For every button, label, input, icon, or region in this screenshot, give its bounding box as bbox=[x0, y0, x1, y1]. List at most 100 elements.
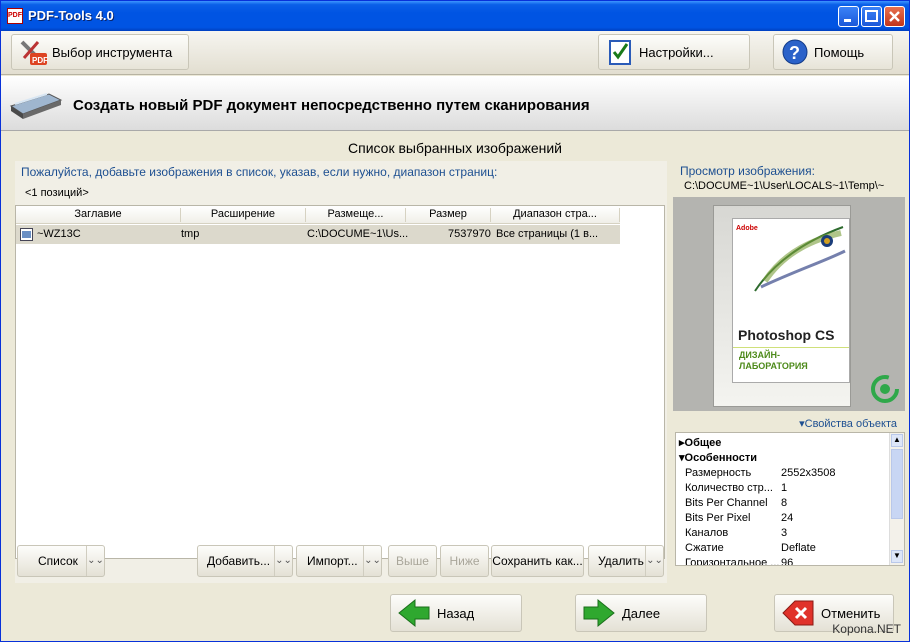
close-button[interactable] bbox=[884, 6, 905, 27]
close-icon bbox=[889, 11, 900, 22]
panel-header: Список выбранных изображений bbox=[1, 138, 909, 160]
scanner-icon bbox=[9, 93, 63, 119]
next-button[interactable]: Далее bbox=[575, 594, 707, 632]
scroll-thumb[interactable] bbox=[891, 449, 903, 519]
feather-illustration bbox=[754, 226, 846, 292]
list-button-label: Список bbox=[38, 554, 78, 568]
watermark: Kopona.NET bbox=[832, 622, 901, 636]
minimize-icon bbox=[844, 19, 851, 22]
window-title: PDF-Tools 4.0 bbox=[28, 8, 114, 23]
property-value: 8 bbox=[781, 497, 788, 509]
list-button[interactable]: Список ⌄⌄ bbox=[17, 545, 105, 577]
move-down-label: Ниже bbox=[449, 554, 480, 568]
move-up-label: Выше bbox=[396, 554, 429, 568]
property-name: Количество стр... bbox=[685, 482, 773, 494]
chevron-down-icon[interactable]: ⌄⌄ bbox=[274, 546, 292, 576]
preview-path: C:\DOCUME~1\User\LOCALS~1\Temp\~ bbox=[684, 180, 885, 192]
section-general[interactable]: ▸Общее bbox=[679, 436, 721, 449]
property-name: Размерность bbox=[685, 467, 752, 479]
save-as-button[interactable]: Сохранить как... bbox=[491, 545, 584, 577]
property-value: 96 bbox=[781, 557, 794, 566]
svg-text:?: ? bbox=[789, 43, 800, 63]
cell-size: 7537970 bbox=[448, 228, 491, 240]
item-count: <1 позиций> bbox=[25, 187, 89, 199]
import-button[interactable]: Импорт... ⌄⌄ bbox=[296, 545, 382, 577]
add-button[interactable]: Добавить... ⌄⌄ bbox=[197, 545, 293, 577]
object-properties-label: Свойства объекта bbox=[804, 418, 897, 430]
table-row[interactable]: ~WZ13C tmp C:\DOCUME~1\Us... 7537970 Все… bbox=[16, 225, 620, 244]
tools-pdf-icon: PDF bbox=[18, 38, 48, 66]
property-name: Сжатие bbox=[685, 542, 724, 554]
book-title: Photoshop CS bbox=[738, 327, 835, 343]
column-header-size[interactable]: Размер bbox=[406, 208, 491, 222]
help-label: Помощь bbox=[814, 44, 865, 60]
chevron-down-icon[interactable]: ⌄⌄ bbox=[363, 546, 381, 576]
help-icon: ? bbox=[780, 38, 810, 66]
property-name: Каналов bbox=[685, 527, 729, 539]
app-window: PDF PDF-Tools 4.0 PDF Выбор инструмента … bbox=[0, 0, 910, 642]
move-up-button[interactable]: Выше bbox=[388, 545, 437, 577]
maximize-icon bbox=[865, 10, 878, 22]
preview-label: Просмотр изображения: bbox=[680, 164, 815, 178]
image-list-panel: Пожалуйста, добавьте изображения в списо… bbox=[15, 161, 667, 583]
property-value: 3 bbox=[781, 527, 788, 539]
column-header-location[interactable]: Размеще... bbox=[306, 208, 406, 222]
property-name: Горизонтальное ... bbox=[685, 557, 780, 566]
properties-list[interactable]: ▸Общее ▾Особенности Размерность 2552x350… bbox=[675, 432, 905, 566]
preview-image: Adobe Photoshop CS ДИЗАЙН- ЛАБОРАТОРИЯ bbox=[713, 205, 851, 407]
help-button[interactable]: ? Помощь bbox=[773, 34, 893, 70]
property-value: 1 bbox=[781, 482, 788, 494]
adobe-brand: Adobe bbox=[736, 225, 758, 232]
svg-text:PDF: PDF bbox=[32, 56, 48, 65]
cell-extension: tmp bbox=[181, 228, 200, 240]
scroll-down-icon[interactable]: ▼ bbox=[891, 550, 903, 563]
back-button[interactable]: Назад bbox=[390, 594, 522, 632]
toolbar: PDF Выбор инструмента Настройки... ? Пом… bbox=[1, 31, 909, 75]
arrow-right-icon bbox=[582, 598, 616, 628]
cell-location: C:\DOCUME~1\Us... bbox=[307, 228, 409, 240]
wizard-footer: Назад Далее Отменить Kopona.NET bbox=[1, 586, 909, 641]
scroll-up-icon[interactable]: ▲ bbox=[891, 434, 903, 447]
chevron-down-icon[interactable]: ⌄⌄ bbox=[645, 546, 663, 576]
chevron-down-icon[interactable]: ⌄⌄ bbox=[86, 546, 104, 576]
arrow-left-icon bbox=[397, 598, 431, 628]
move-down-button[interactable]: Ниже bbox=[440, 545, 489, 577]
minimize-button[interactable] bbox=[838, 6, 859, 27]
cancel-label: Отменить bbox=[821, 605, 881, 621]
image-preview: Adobe Photoshop CS ДИЗАЙН- ЛАБОРАТОРИЯ bbox=[673, 197, 905, 411]
page-banner: Создать новый PDF документ непосредствен… bbox=[1, 76, 909, 131]
import-button-label: Импорт... bbox=[307, 554, 358, 568]
pdf-app-icon: PDF bbox=[7, 8, 23, 24]
column-header-title[interactable]: Заглавие bbox=[16, 208, 181, 222]
settings-button[interactable]: Настройки... bbox=[598, 34, 750, 70]
column-header-range[interactable]: Диапазон стра... bbox=[491, 208, 620, 222]
maximize-button[interactable] bbox=[861, 6, 882, 27]
image-list[interactable]: Заглавие Расширение Размеще... Размер Ди… bbox=[15, 205, 665, 559]
select-tool-label: Выбор инструмента bbox=[52, 44, 173, 60]
title-bar[interactable]: PDF PDF-Tools 4.0 bbox=[1, 1, 909, 31]
instruction-text: Пожалуйста, добавьте изображения в списо… bbox=[21, 165, 498, 179]
properties-scrollbar[interactable]: ▲ ▼ bbox=[889, 433, 904, 565]
delete-button[interactable]: Удалить ⌄⌄ bbox=[588, 545, 664, 577]
property-value: 2552x3508 bbox=[781, 467, 836, 479]
next-label: Далее bbox=[622, 605, 661, 621]
section-features[interactable]: ▾Особенности bbox=[679, 451, 757, 464]
object-properties-link[interactable]: ▾Свойства объекта bbox=[799, 417, 897, 430]
property-name: Bits Per Channel bbox=[685, 497, 768, 509]
delete-button-label: Удалить bbox=[598, 554, 644, 568]
banner-title: Создать новый PDF документ непосредствен… bbox=[73, 97, 590, 114]
cell-range: Все страницы (1 в... bbox=[496, 228, 599, 240]
back-label: Назад bbox=[437, 605, 475, 621]
book-subtitle-1: ДИЗАЙН- bbox=[739, 350, 780, 360]
property-name: Bits Per Pixel bbox=[685, 512, 751, 524]
save-as-label: Сохранить как... bbox=[492, 554, 583, 568]
column-header-extension[interactable]: Расширение bbox=[181, 208, 306, 222]
property-value: 24 bbox=[781, 512, 794, 524]
property-value: Deflate bbox=[781, 542, 816, 554]
cell-title: ~WZ13C bbox=[37, 228, 81, 240]
image-file-icon bbox=[20, 228, 33, 241]
list-header: Заглавие Расширение Размеще... Размер Ди… bbox=[16, 206, 620, 224]
settings-label: Настройки... bbox=[639, 44, 714, 60]
select-tool-button[interactable]: PDF Выбор инструмента bbox=[11, 34, 189, 70]
rotate-icon[interactable] bbox=[869, 373, 901, 405]
